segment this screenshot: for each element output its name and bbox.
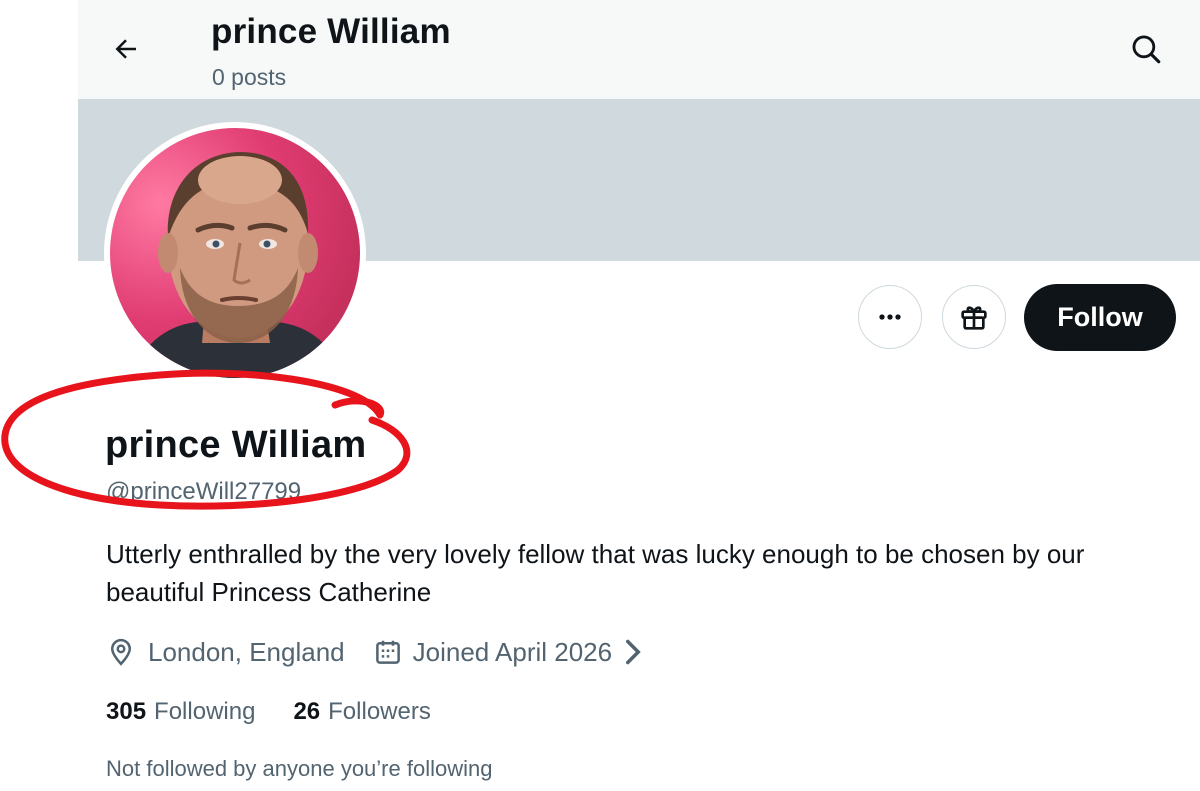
avatar-photo [110,128,360,378]
location-pin-icon [110,638,132,666]
search-icon [1132,35,1161,64]
followers-label: Followers [328,698,431,725]
search-button[interactable] [1122,25,1170,73]
profile-meta: London, England Joined April 2026 [106,632,644,672]
joined-date[interactable]: Joined April 2026 [373,637,644,668]
following-link[interactable]: 305 Following [106,698,255,726]
profile-page: prince William 0 posts Follow prince Wil… [0,0,1200,791]
location: London, England [106,637,345,668]
more-options-button[interactable] [858,285,922,349]
location-text: London, England [148,636,345,667]
back-button[interactable] [104,27,148,71]
header-title: prince William [211,12,451,51]
avatar[interactable] [104,122,366,384]
profile-bio: Utterly enthralled by the very lovely fe… [106,539,1085,607]
post-count: 0 posts [212,64,287,90]
gift-button[interactable] [942,285,1006,349]
display-name: prince William [105,424,367,466]
following-label: Following [154,698,256,725]
profile-handle: @princeWill27799 [106,478,302,505]
calendar-icon [375,640,400,664]
more-horizontal-icon [879,314,901,320]
chevron-right-icon [626,639,641,665]
joined-text: Joined April 2026 [412,636,613,667]
gift-icon [961,306,987,330]
follow-button[interactable]: Follow [1024,284,1176,351]
following-count: 305 [106,698,147,725]
follow-stats: 305 Following 26 Followers [106,698,431,726]
profile-header: prince William 0 posts [78,0,1200,99]
followers-count: 26 [293,698,321,725]
arrow-left-icon [115,39,136,59]
mutual-followers-note: Not followed by anyone you’re following [106,756,493,781]
followers-link[interactable]: 26 Followers [293,698,430,726]
